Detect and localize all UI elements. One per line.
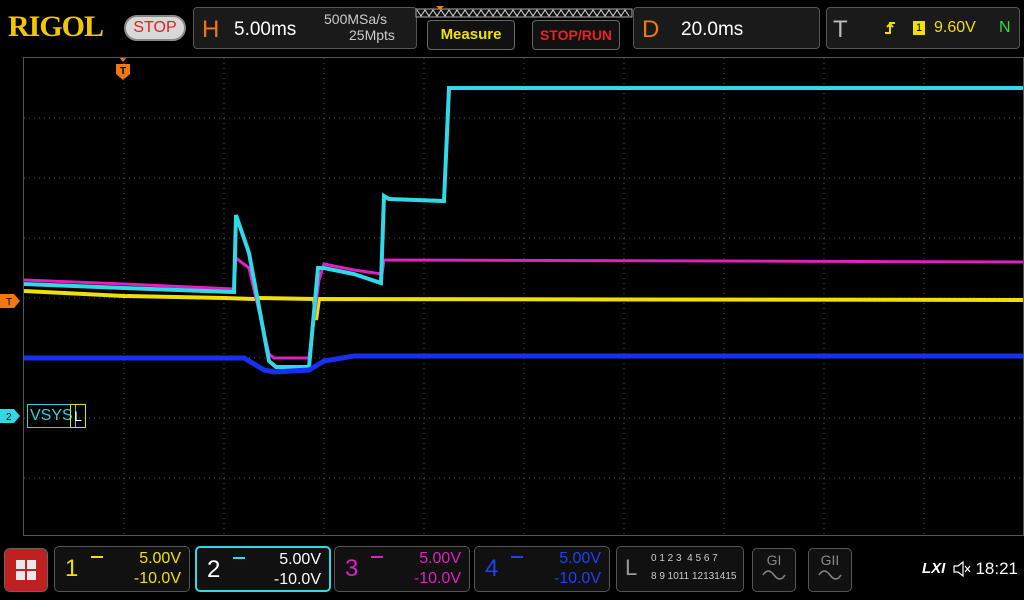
channel-2-scale: 5.00V — [279, 551, 321, 568]
home-button[interactable] — [4, 548, 48, 592]
channel-2-number: 2 — [207, 556, 221, 583]
channel-4-box[interactable]: 4 5.00V -10.0V — [474, 546, 610, 592]
ch2-offset-marker[interactable]: 2 — [0, 409, 22, 423]
trigger-mode: N — [999, 19, 1011, 36]
timebase-value: 5.00ms — [234, 19, 297, 40]
dc-coupling-icon — [371, 556, 383, 564]
clock: 18:21 — [975, 559, 1018, 578]
trigger-edge-icon — [885, 22, 895, 34]
channel-1-scale: 5.00V — [139, 550, 181, 567]
ch2-waveform — [24, 86, 1023, 369]
dc-coupling-icon — [91, 556, 103, 564]
top-status-bar: RIGOL STOP H 5.00ms 500MSa/s 25Mpts Meas… — [0, 0, 1024, 56]
trigger-source-badge: 1 — [913, 21, 925, 35]
dc-coupling-icon — [511, 556, 523, 564]
ch4-waveform — [24, 353, 1023, 375]
logic-letter: L — [625, 555, 638, 580]
trigger-letter: T — [833, 16, 848, 43]
stop-run-button[interactable]: STOP/RUN — [532, 20, 620, 50]
trigger-level-marker[interactable]: T — [0, 294, 22, 308]
home-grid-icon — [5, 549, 47, 591]
waveform-display[interactable] — [23, 57, 1024, 536]
delay-letter: D — [642, 16, 660, 43]
channel-4-offset: -10.0V — [553, 570, 601, 587]
generator-1-label: GI — [766, 552, 782, 568]
trigger-panel[interactable]: T 1 9.60V N — [826, 7, 1020, 49]
run-status-indicator[interactable]: STOP — [124, 15, 186, 41]
channel-4-number: 4 — [485, 555, 499, 582]
dc-coupling-icon — [233, 557, 245, 565]
logic-channels-row2: 8 9 1011 12131415 — [651, 571, 737, 582]
channel-label-suffix: L — [70, 404, 86, 428]
measure-button[interactable]: Measure — [427, 20, 515, 50]
svg-text:T: T — [6, 297, 12, 308]
ch1-waveform — [24, 289, 1023, 321]
generator-1-button[interactable]: GI — [752, 548, 796, 592]
generator-2-button[interactable]: GII — [808, 548, 852, 592]
channel-1-box[interactable]: 1 5.00V -10.0V — [54, 546, 190, 592]
channel-2-box[interactable]: 2 5.00V -10.0V — [195, 546, 331, 592]
speaker-muted-icon[interactable] — [952, 560, 972, 578]
channel-3-scale: 5.00V — [419, 550, 461, 567]
horizontal-letter: H — [202, 16, 220, 43]
channel-2-offset: -10.0V — [273, 571, 321, 588]
sample-rate: 500MSa/s — [324, 11, 388, 27]
generator-2-label: GII — [820, 552, 840, 568]
trigger-level: 9.60V — [934, 19, 976, 36]
svg-text:2: 2 — [6, 412, 12, 423]
channel-3-box[interactable]: 3 5.00V -10.0V — [334, 546, 470, 592]
channel-3-offset: -10.0V — [413, 570, 461, 587]
delay-panel[interactable]: D 20.0ms — [633, 7, 820, 49]
delay-value: 20.0ms — [681, 19, 744, 40]
channel-1-offset: -10.0V — [133, 570, 181, 587]
horizontal-panel[interactable]: H 5.00ms 500MSa/s 25Mpts — [193, 7, 417, 49]
sine-wave-icon — [762, 570, 786, 580]
sine-wave-icon — [818, 570, 842, 580]
channel-1-number: 1 — [65, 555, 79, 582]
logic-channels-row1: 0 1 2 3 4 5 6 7 — [651, 553, 718, 564]
memory-timeline — [415, 6, 633, 18]
waveform-grid — [24, 58, 1023, 535]
channel-label: VSYS — [27, 404, 76, 428]
memory-depth: 25Mpts — [349, 27, 395, 43]
rigol-logo: RIGOL — [8, 10, 104, 43]
lxi-logo: LXI — [922, 560, 946, 577]
logic-analyzer-box[interactable]: L 0 1 2 3 4 5 6 7 8 9 1011 12131415 — [616, 546, 744, 592]
channel-4-scale: 5.00V — [559, 550, 601, 567]
channel-3-number: 3 — [345, 555, 359, 582]
